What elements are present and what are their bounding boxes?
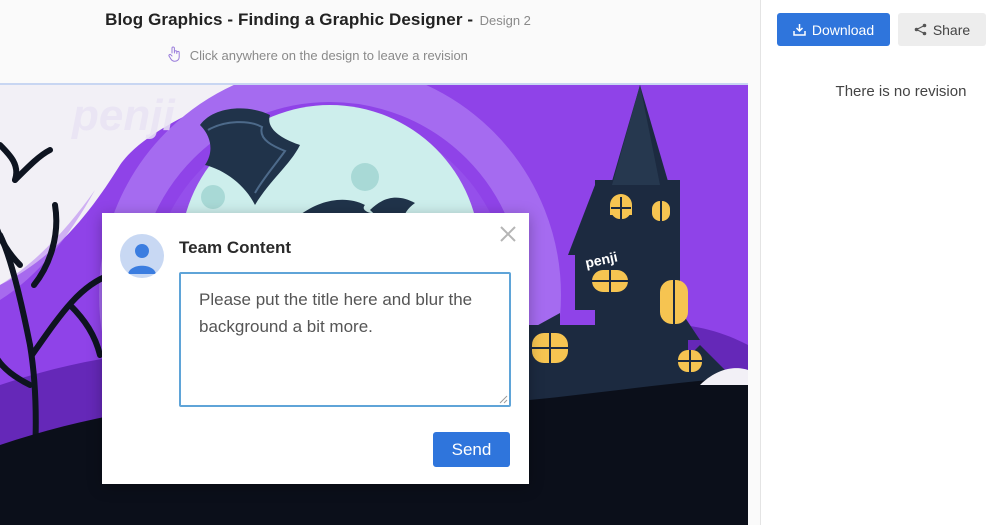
share-icon — [914, 23, 927, 36]
revision-hint-text: Click anywhere on the design to leave a … — [189, 48, 468, 63]
pointer-hand-icon — [168, 46, 181, 65]
user-avatar-icon — [128, 244, 156, 274]
comment-popup: Team Content Please put the title here a… — [102, 213, 529, 484]
empty-revisions-text: There is no revision — [835, 83, 967, 100]
resize-grip-icon[interactable] — [498, 394, 508, 404]
revision-panel: Download Share There is no revision — [760, 0, 1000, 525]
design-viewer: Blog Graphics - Finding a Graphic Design… — [0, 0, 760, 525]
comment-input[interactable]: Please put the title here and blur the b… — [179, 272, 511, 407]
page-title: Blog Graphics - Finding a Graphic Design… — [0, 10, 636, 30]
close-icon[interactable] — [499, 225, 517, 243]
comment-author: Team Content — [179, 238, 292, 257]
download-button[interactable]: Download — [777, 13, 890, 46]
download-label: Download — [811, 21, 875, 38]
share-button[interactable]: Share — [898, 13, 986, 46]
design-title: Blog Graphics - Finding a Graphic Design… — [105, 10, 474, 29]
avatar — [120, 234, 164, 278]
send-button[interactable]: Send — [433, 432, 510, 467]
revision-hint: Click anywhere on the design to leave a … — [0, 46, 636, 65]
app: Blog Graphics - Finding a Graphic Design… — [0, 0, 1000, 525]
design-version-label: Design 2 — [479, 13, 531, 28]
watermark-text: penji — [71, 91, 175, 140]
download-icon — [793, 24, 806, 36]
share-label: Share — [932, 21, 971, 38]
